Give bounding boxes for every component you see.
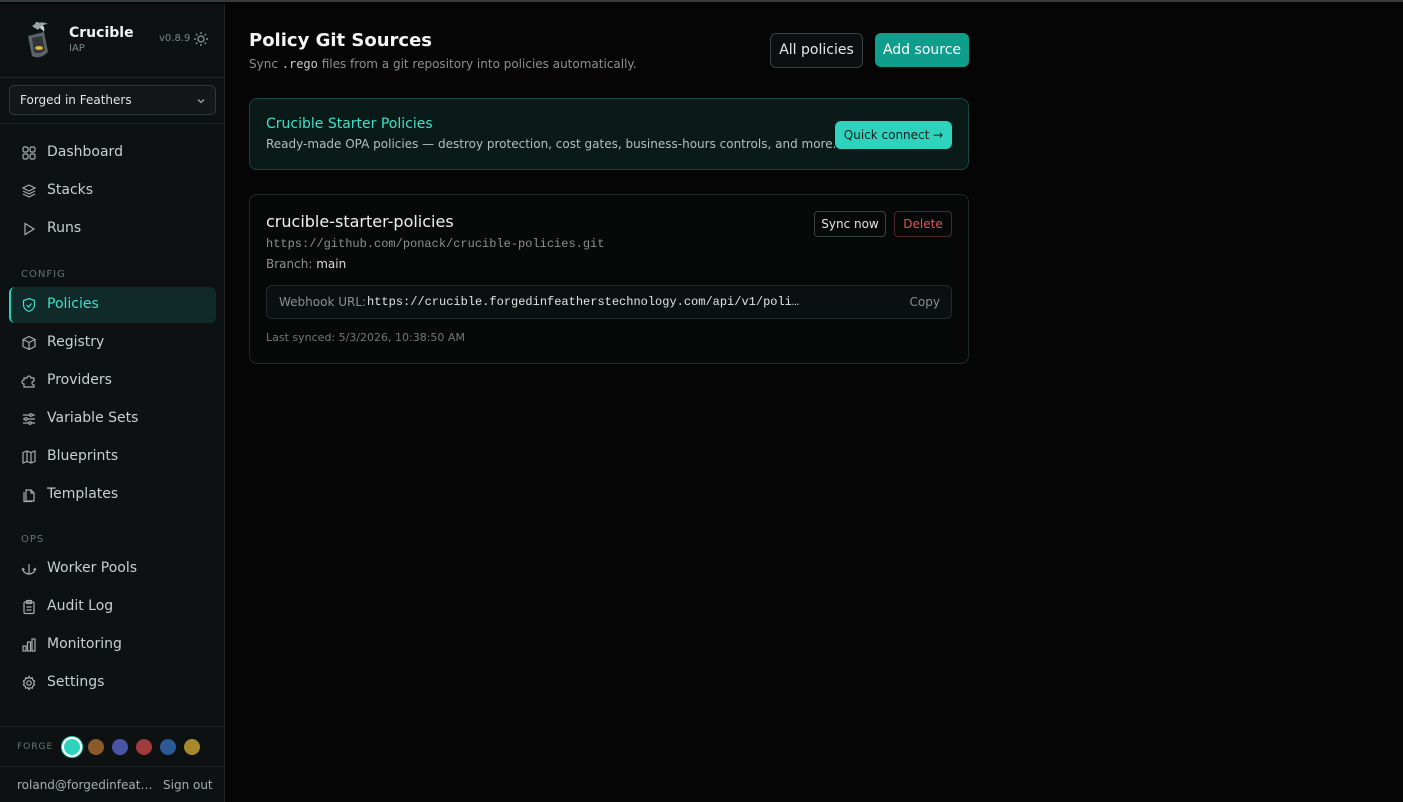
last-synced: Last synced: 5/3/2026, 10:38:50 AM <box>266 331 465 344</box>
layers-icon <box>21 184 37 198</box>
forge-swatch[interactable] <box>184 739 200 755</box>
app-name: Crucible <box>69 25 134 41</box>
add-source-button[interactable]: Add source <box>875 33 969 67</box>
gear-icon <box>22 675 36 691</box>
shield-check-icon <box>22 297 36 313</box>
bar-chart-icon <box>22 638 36 652</box>
delete-button[interactable]: Delete <box>894 211 952 237</box>
nav-label: Blueprints <box>47 448 119 464</box>
nav-item-policies[interactable]: Policies <box>9 287 216 323</box>
forge-swatch[interactable] <box>62 737 82 757</box>
subtitle-post: files from a git repository into policie… <box>321 57 637 71</box>
chevron-down-icon <box>197 99 205 104</box>
nav-label: Variable Sets <box>47 410 139 426</box>
webhook-label: Webhook URL: <box>279 295 367 309</box>
webhook-url-box: Webhook URL: https://crucible.forgedinfe… <box>266 285 952 319</box>
nav-label: Templates <box>47 486 119 502</box>
nav-label: Stacks <box>47 182 94 198</box>
nav-item-monitoring[interactable]: Monitoring <box>9 627 216 663</box>
subtitle-code: .rego <box>281 57 318 71</box>
webhook-url[interactable]: https://crucible.forgedinfeatherstechnol… <box>367 295 803 309</box>
brand-header: Crucible IAP v0.8.9 <box>0 4 224 78</box>
forge-theme-picker: FORGE <box>0 726 224 766</box>
source-branch: Branch: main <box>266 257 346 271</box>
forge-label: FORGE <box>17 742 54 752</box>
forge-swatch[interactable] <box>136 739 152 755</box>
quick-connect-button[interactable]: Quick connect → <box>835 121 952 149</box>
map-icon <box>22 450 36 464</box>
nav-label: Registry <box>47 334 105 350</box>
puzzle-icon <box>21 375 35 388</box>
org-selector-value: Forged in Feathers <box>20 93 132 107</box>
section-label-ops: OPS <box>21 534 45 545</box>
branch-value: main <box>316 257 347 271</box>
source-name: crucible-starter-policies <box>266 212 454 231</box>
section-label-config: CONFIG <box>21 269 66 280</box>
nav-item-worker-pools[interactable]: Worker Pools <box>9 551 216 587</box>
nav-item-registry[interactable]: Registry <box>9 325 216 361</box>
nav-label: Policies <box>47 296 99 312</box>
nav-item-audit-log[interactable]: Audit Log <box>9 589 216 625</box>
nav-item-runs[interactable]: Runs <box>9 211 216 247</box>
app-subtitle: IAP <box>69 43 85 54</box>
page-title: Policy Git Sources <box>249 30 432 51</box>
nav-label: Dashboard <box>47 144 123 160</box>
nav-label: Audit Log <box>47 598 114 614</box>
nav-item-variable-sets[interactable]: Variable Sets <box>9 401 216 437</box>
source-repo-url: https://github.com/ponack/crucible-polic… <box>266 237 605 251</box>
sync-now-button[interactable]: Sync now <box>814 211 886 237</box>
nav-label: Providers <box>47 372 112 388</box>
subtitle-pre: Sync <box>249 57 278 71</box>
user-footer: roland@forgedinfeathers.com Sign out <box>0 766 224 802</box>
clipboard-icon <box>23 599 35 615</box>
nav-label: Monitoring <box>47 636 122 652</box>
nav-item-providers[interactable]: Providers <box>9 363 216 399</box>
nav-item-dashboard[interactable]: Dashboard <box>9 135 216 171</box>
anchor-icon <box>21 564 37 575</box>
grid-icon <box>22 146 36 160</box>
nav-label: Settings <box>47 674 105 690</box>
nav-item-stacks[interactable]: Stacks <box>9 173 216 209</box>
user-email: roland@forgedinfeathers.com <box>17 778 154 792</box>
sign-out-link[interactable]: Sign out <box>163 778 213 792</box>
forge-swatch[interactable] <box>160 739 176 755</box>
forge-swatch[interactable] <box>88 739 104 755</box>
app-version: v0.8.9 <box>159 33 191 44</box>
sidebar: Crucible IAP v0.8.9 Forged in Feathers D… <box>0 4 225 802</box>
starter-description: Ready-made OPA policies — destroy protec… <box>266 137 837 151</box>
forge-swatch[interactable] <box>112 739 128 755</box>
all-policies-button[interactable]: All policies <box>770 33 863 68</box>
play-icon <box>24 222 36 236</box>
nav-label: Runs <box>47 220 82 236</box>
nav-item-blueprints[interactable]: Blueprints <box>9 439 216 475</box>
files-icon <box>23 489 35 503</box>
sun-icon[interactable] <box>193 31 209 47</box>
page-subtitle: Sync .rego files from a git repository i… <box>249 57 637 71</box>
branch-label: Branch: <box>266 257 313 271</box>
nav-label: Worker Pools <box>47 560 138 576</box>
divider <box>0 123 224 124</box>
git-source-card: crucible-starter-policies https://github… <box>249 194 969 364</box>
nav-item-templates[interactable]: Templates <box>9 477 216 513</box>
crucible-logo <box>28 22 48 58</box>
starter-title: Crucible Starter Policies <box>266 116 433 132</box>
org-selector[interactable]: Forged in Feathers <box>9 85 216 115</box>
box-icon <box>22 335 36 351</box>
copy-button[interactable]: Copy <box>910 295 940 309</box>
nav-item-settings[interactable]: Settings <box>9 665 216 701</box>
starter-policies-banner: Crucible Starter Policies Ready-made OPA… <box>249 98 969 170</box>
sliders-icon <box>23 413 35 425</box>
